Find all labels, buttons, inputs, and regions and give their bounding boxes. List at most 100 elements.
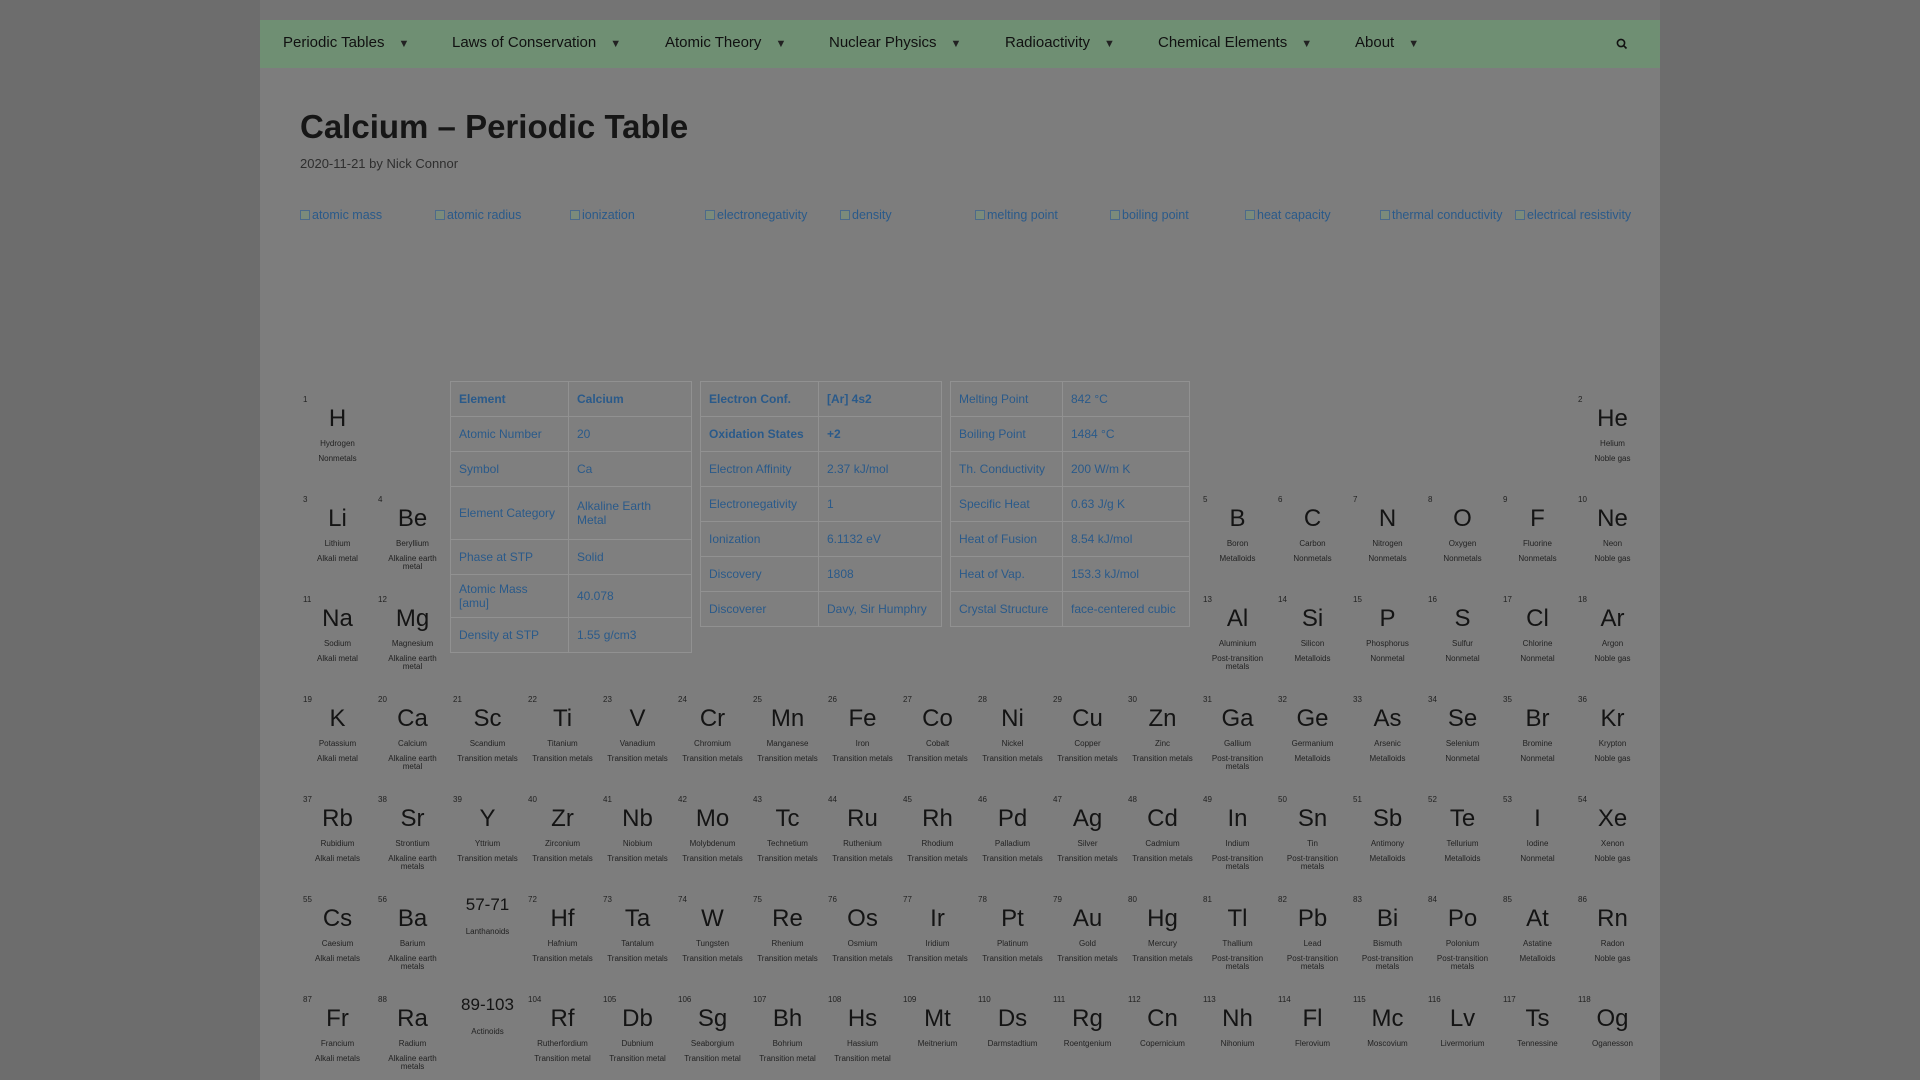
element-cell[interactable]: 10 Ne Neon Noble gas [1575, 485, 1650, 585]
element-cell[interactable]: 86 Rn Radon Noble gas [1575, 885, 1650, 985]
element-cell[interactable]: 35 Br Bromine Nonmetal [1500, 685, 1575, 785]
element-cell[interactable]: 39 Y Yttrium Transition metals [450, 785, 525, 885]
element-cell[interactable]: 89-103 Actinoids [450, 985, 525, 1080]
element-cell[interactable]: 105 Db Dubnium Transition metal [600, 985, 675, 1080]
element-cell[interactable]: 77 Ir Iridium Transition metals [900, 885, 975, 985]
element-cell[interactable]: 30 Zn Zinc Transition metals [1125, 685, 1200, 785]
element-cell[interactable]: 79 Au Gold Transition metals [1050, 885, 1125, 985]
element-cell[interactable]: 1 H Hydrogen Nonmetals [300, 385, 375, 485]
nav-chemical-elements[interactable]: Chemical Elements ▼ [1158, 20, 1312, 68]
element-cell[interactable]: 43 Tc Technetium Transition metals [750, 785, 825, 885]
element-cell[interactable]: 12 Mg Magnesium Alkaline earth metal [375, 585, 450, 685]
element-cell[interactable]: 106 Sg Seaborgium Transition metal [675, 985, 750, 1080]
element-cell[interactable]: 113 Nh Nihonium [1200, 985, 1275, 1080]
element-cell[interactable]: 47 Ag Silver Transition metals [1050, 785, 1125, 885]
element-cell[interactable]: 23 V Vanadium Transition metals [600, 685, 675, 785]
property-image-link[interactable]: ionization [570, 206, 696, 224]
element-cell[interactable]: 74 W Tungsten Transition metals [675, 885, 750, 985]
element-cell[interactable]: 75 Re Rhenium Transition metals [750, 885, 825, 985]
element-cell[interactable]: 11 Na Sodium Alkali metal [300, 585, 375, 685]
element-cell[interactable]: 111 Rg Roentgenium [1050, 985, 1125, 1080]
element-cell[interactable]: 109 Mt Meitnerium [900, 985, 975, 1080]
element-cell[interactable]: 34 Se Selenium Nonmetal [1425, 685, 1500, 785]
element-cell[interactable]: 72 Hf Hafnium Transition metals [525, 885, 600, 985]
element-cell[interactable]: 18 Ar Argon Noble gas [1575, 585, 1650, 685]
element-cell[interactable]: 81 Tl Thallium Post-transition metals [1200, 885, 1275, 985]
element-cell[interactable]: 15 P Phosphorus Nonmetal [1350, 585, 1425, 685]
post-author[interactable]: Nick Connor [387, 156, 459, 171]
element-cell[interactable]: 13 Al Aluminium Post-transition metals [1200, 585, 1275, 685]
element-cell[interactable]: 29 Cu Copper Transition metals [1050, 685, 1125, 785]
element-cell[interactable]: 54 Xe Xenon Noble gas [1575, 785, 1650, 885]
element-cell[interactable]: 53 I Iodine Nonmetal [1500, 785, 1575, 885]
element-cell[interactable]: 55 Cs Caesium Alkali metals [300, 885, 375, 985]
element-cell[interactable]: 16 S Sulfur Nonmetal [1425, 585, 1500, 685]
element-cell[interactable]: 78 Pt Platinum Transition metals [975, 885, 1050, 985]
element-cell[interactable]: 48 Cd Cadmium Transition metals [1125, 785, 1200, 885]
element-cell[interactable]: 40 Zr Zirconium Transition metals [525, 785, 600, 885]
element-cell[interactable]: 57-71 Lanthanoids [450, 885, 525, 985]
element-cell[interactable]: 76 Os Osmium Transition metals [825, 885, 900, 985]
element-cell[interactable]: 104 Rf Rutherfordium Transition metal [525, 985, 600, 1080]
element-cell[interactable]: 46 Pd Palladium Transition metals [975, 785, 1050, 885]
element-cell[interactable]: 2 He Helium Noble gas [1575, 385, 1650, 485]
element-cell[interactable]: 14 Si Silicon Metalloids [1275, 585, 1350, 685]
element-cell[interactable]: 108 Hs Hassium Transition metal [825, 985, 900, 1080]
nav-atomic-theory[interactable]: Atomic Theory ▼ [665, 20, 786, 68]
property-image-link[interactable]: electronegativity [705, 206, 831, 224]
element-cell[interactable]: 85 At Astatine Metalloids [1500, 885, 1575, 985]
element-cell[interactable]: 84 Po Polonium Post-transition metals [1425, 885, 1500, 985]
element-cell[interactable]: 116 Lv Livermorium [1425, 985, 1500, 1080]
element-cell[interactable]: 22 Ti Titanium Transition metals [525, 685, 600, 785]
element-cell[interactable]: 41 Nb Niobium Transition metals [600, 785, 675, 885]
element-cell[interactable]: 20 Ca Calcium Alkaline earth metal [375, 685, 450, 785]
property-image-link[interactable]: density [840, 206, 966, 224]
element-cell[interactable]: 87 Fr Francium Alkali metals [300, 985, 375, 1080]
element-cell[interactable]: 37 Rb Rubidium Alkali metals [300, 785, 375, 885]
post-date[interactable]: 2020-11-21 [300, 156, 366, 171]
property-image-link[interactable]: thermal conductivity [1380, 206, 1506, 224]
element-cell[interactable]: 36 Kr Krypton Noble gas [1575, 685, 1650, 785]
element-cell[interactable]: 38 Sr Strontium Alkaline earth metals [375, 785, 450, 885]
element-cell[interactable]: 107 Bh Bohrium Transition metal [750, 985, 825, 1080]
property-image-link[interactable]: atomic radius [435, 206, 561, 224]
element-cell[interactable]: 42 Mo Molybdenum Transition metals [675, 785, 750, 885]
element-cell[interactable]: 115 Mc Moscovium [1350, 985, 1425, 1080]
element-cell[interactable]: 88 Ra Radium Alkaline earth metals [375, 985, 450, 1080]
element-cell[interactable]: 118 Og Oganesson [1575, 985, 1650, 1080]
element-cell[interactable]: 6 C Carbon Nonmetals [1275, 485, 1350, 585]
element-cell[interactable]: 56 Ba Barium Alkaline earth metals [375, 885, 450, 985]
element-cell[interactable]: 110 Ds Darmstadtium [975, 985, 1050, 1080]
element-cell[interactable]: 33 As Arsenic Metalloids [1350, 685, 1425, 785]
element-cell[interactable]: 80 Hg Mercury Transition metals [1125, 885, 1200, 985]
element-cell[interactable]: 7 N Nitrogen Nonmetals [1350, 485, 1425, 585]
element-cell[interactable]: 4 Be Beryllium Alkaline earth metal [375, 485, 450, 585]
element-cell[interactable]: 26 Fe Iron Transition metals [825, 685, 900, 785]
element-cell[interactable]: 9 F Fluorine Nonmetals [1500, 485, 1575, 585]
nav-periodic-tables[interactable]: Periodic Tables ▼ [283, 20, 409, 68]
element-cell[interactable]: 82 Pb Lead Post-transition metals [1275, 885, 1350, 985]
search-button[interactable] [1612, 20, 1632, 68]
property-image-link[interactable]: electrical resistivity [1515, 206, 1641, 224]
nav-about[interactable]: About ▼ [1355, 20, 1419, 68]
element-cell[interactable]: 25 Mn Manganese Transition metals [750, 685, 825, 785]
element-cell[interactable]: 32 Ge Germanium Metalloids [1275, 685, 1350, 785]
element-cell[interactable]: 21 Sc Scandium Transition metals [450, 685, 525, 785]
element-cell[interactable]: 52 Te Tellurium Metalloids [1425, 785, 1500, 885]
element-cell[interactable]: 83 Bi Bismuth Post-transition metals [1350, 885, 1425, 985]
element-cell[interactable]: 19 K Potassium Alkali metal [300, 685, 375, 785]
property-image-link[interactable]: melting point [975, 206, 1101, 224]
element-cell[interactable]: 3 Li Lithium Alkali metal [300, 485, 375, 585]
element-cell[interactable]: 44 Ru Ruthenium Transition metals [825, 785, 900, 885]
element-cell[interactable]: 8 O Oxygen Nonmetals [1425, 485, 1500, 585]
element-cell[interactable]: 31 Ga Gallium Post-transition metals [1200, 685, 1275, 785]
element-cell[interactable]: 73 Ta Tantalum Transition metals [600, 885, 675, 985]
element-cell[interactable]: 27 Co Cobalt Transition metals [900, 685, 975, 785]
element-cell[interactable]: 114 Fl Flerovium [1275, 985, 1350, 1080]
element-cell[interactable]: 50 Sn Tin Post-transition metals [1275, 785, 1350, 885]
nav-laws-of-conservation[interactable]: Laws of Conservation ▼ [452, 20, 621, 68]
element-cell[interactable]: 45 Rh Rhodium Transition metals [900, 785, 975, 885]
property-image-link[interactable]: boiling point [1110, 206, 1236, 224]
element-cell[interactable]: 112 Cn Copernicium [1125, 985, 1200, 1080]
nav-nuclear-physics[interactable]: Nuclear Physics ▼ [829, 20, 961, 68]
